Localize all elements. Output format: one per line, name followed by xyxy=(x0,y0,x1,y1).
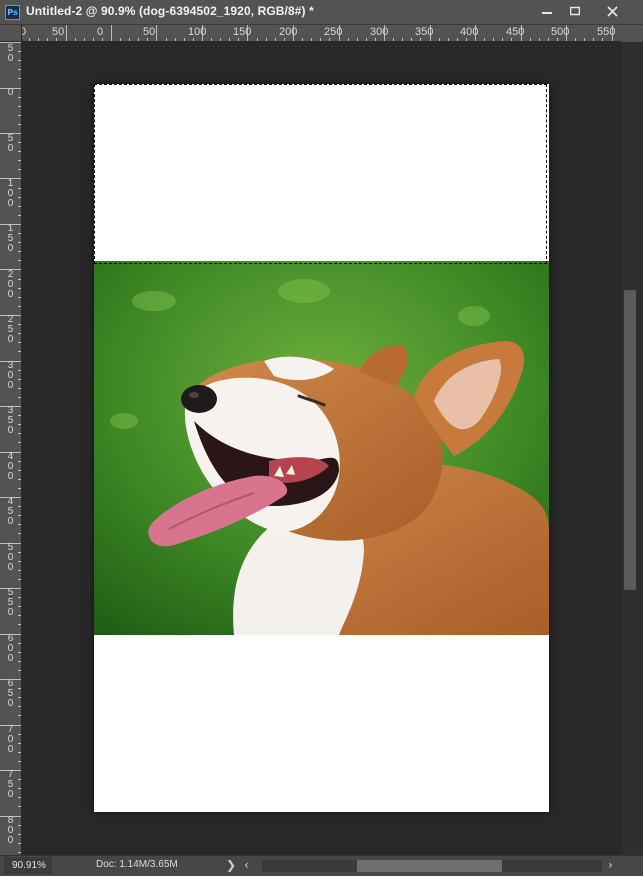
scroll-right-icon[interactable]: › xyxy=(608,858,613,872)
ruler-label: 650 xyxy=(7,678,14,709)
ruler-label: 50 xyxy=(52,26,65,38)
ruler-label: 700 xyxy=(7,724,14,755)
status-menu-arrow-icon[interactable]: ❯ xyxy=(226,858,236,872)
ruler-label: 250 xyxy=(324,26,343,38)
ruler-label: 800 xyxy=(7,815,14,846)
document-canvas[interactable] xyxy=(94,84,549,812)
ruler-label: 250 xyxy=(7,314,14,345)
vertical-scrollbar[interactable] xyxy=(621,42,643,855)
horizontal-scrollbar[interactable] xyxy=(262,860,602,872)
ruler-label: 750 xyxy=(7,769,14,800)
selection-marquee[interactable] xyxy=(94,84,547,264)
ruler-label: 450 xyxy=(7,496,14,527)
horizontal-ruler[interactable]: 0 50 0 50 100 150 200 250 300 350 400 45… xyxy=(22,25,621,42)
horizontal-ruler-ticks xyxy=(29,25,613,41)
ruler-label: 450 xyxy=(506,26,525,38)
horizontal-scroll-thumb[interactable] xyxy=(357,860,502,872)
ruler-label: 300 xyxy=(370,26,389,38)
ruler-label: 0 xyxy=(22,26,26,38)
document-size-info[interactable]: Doc: 1.14M/3.65M xyxy=(96,859,178,870)
ruler-label: 50 xyxy=(7,133,14,154)
ruler-label: 400 xyxy=(460,26,479,38)
restore-icon xyxy=(570,6,580,16)
document-title: Untitled-2 @ 90.9% (dog-6394502_1920, RG… xyxy=(26,4,314,18)
vertical-scroll-thumb[interactable] xyxy=(624,290,636,590)
dog-photo-layer[interactable] xyxy=(94,261,549,635)
minimize-button[interactable] xyxy=(532,0,562,22)
ruler-label: 600 xyxy=(7,633,14,664)
ruler-label: 300 xyxy=(7,360,14,391)
status-bar: 90.91% Doc: 1.14M/3.65M ❯ ‹ › xyxy=(0,855,643,876)
ruler-label: 500 xyxy=(7,542,14,573)
ruler-label: 550 xyxy=(597,26,616,38)
vertical-ruler[interactable]: 50 0 50 100 150 200 250 300 350 400 450 … xyxy=(0,42,22,855)
minimize-icon xyxy=(542,12,552,14)
ruler-label: 100 xyxy=(188,26,207,38)
ruler-label: 500 xyxy=(551,26,570,38)
ruler-label: 0 xyxy=(97,26,104,38)
ruler-label: 200 xyxy=(7,269,14,300)
ruler-label: 100 xyxy=(7,178,14,209)
ruler-label: 400 xyxy=(7,451,14,482)
ruler-label: 550 xyxy=(7,587,14,618)
ruler-label: 350 xyxy=(415,26,434,38)
ruler-label: 350 xyxy=(7,405,14,436)
ruler-label: 50 xyxy=(143,26,156,38)
title-bar: Ps Untitled-2 @ 90.9% (dog-6394502_1920,… xyxy=(0,0,643,25)
ruler-label: 150 xyxy=(7,223,14,254)
ruler-label: 150 xyxy=(233,26,252,38)
ruler-origin[interactable] xyxy=(0,25,22,42)
ruler-label: 50 xyxy=(7,43,14,64)
dog-photo xyxy=(94,261,549,635)
photoshop-app-icon: Ps xyxy=(5,5,20,20)
ruler-label: 200 xyxy=(279,26,298,38)
scroll-left-icon[interactable]: ‹ xyxy=(244,858,249,872)
canvas-pasteboard[interactable] xyxy=(22,42,621,855)
close-icon xyxy=(606,6,618,17)
zoom-level-field[interactable]: 90.91% xyxy=(4,857,52,874)
ruler-label: 0 xyxy=(7,87,14,98)
restore-button[interactable] xyxy=(560,0,590,22)
close-button[interactable] xyxy=(595,0,629,22)
